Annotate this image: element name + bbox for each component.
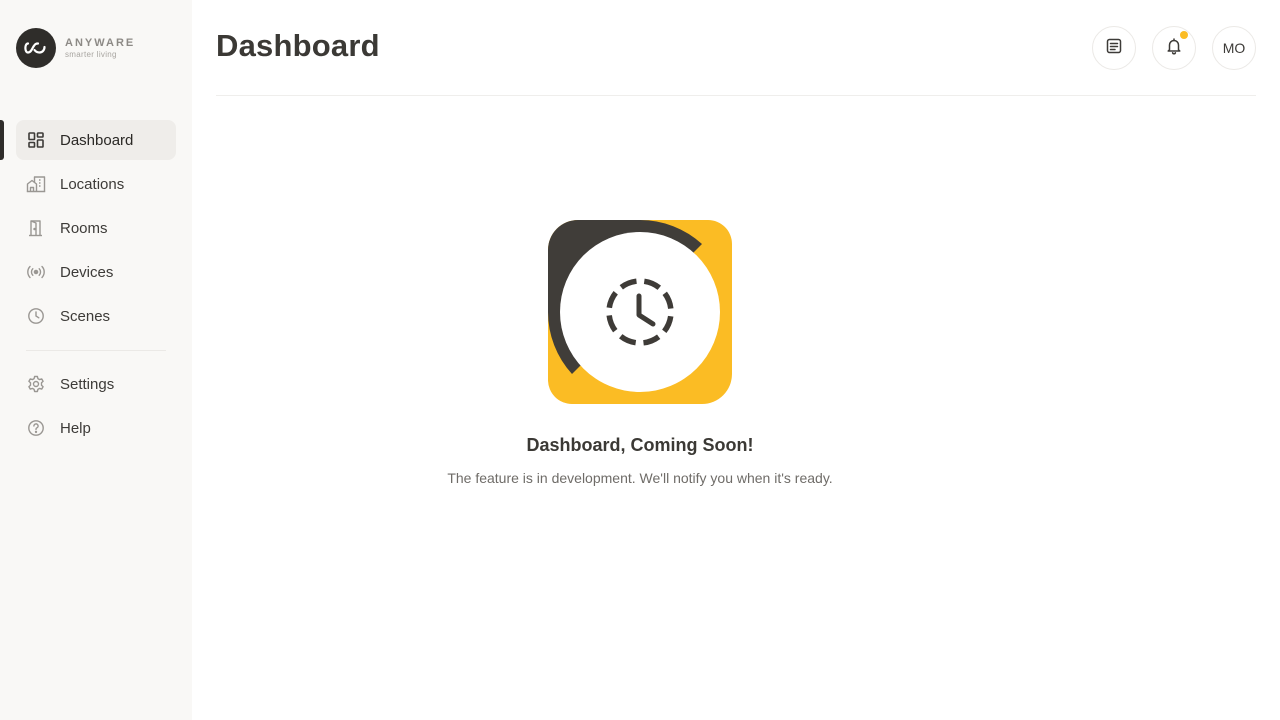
sidebar-item-help[interactable]: Help bbox=[16, 408, 176, 448]
notes-button[interactable] bbox=[1092, 26, 1136, 70]
brand-logo[interactable]: ANYWARE smarter living bbox=[16, 28, 135, 68]
sidebar-item-rooms[interactable]: Rooms bbox=[16, 208, 176, 248]
clock-icon bbox=[26, 306, 46, 326]
sidebar-item-devices[interactable]: Devices bbox=[16, 252, 176, 292]
door-icon bbox=[26, 218, 46, 238]
empty-state-subtitle: The feature is in development. We'll not… bbox=[447, 470, 833, 486]
sidebar-item-label: Scenes bbox=[60, 307, 111, 325]
buildings-icon bbox=[26, 174, 46, 194]
active-indicator bbox=[0, 120, 4, 160]
user-avatar-button[interactable]: MO bbox=[1212, 26, 1256, 70]
sidebar-nav: Dashboard Locations Rooms Devices Scenes… bbox=[0, 120, 176, 452]
notifications-button[interactable] bbox=[1152, 26, 1196, 70]
dashboard-grid-icon bbox=[26, 130, 46, 150]
page-header: Dashboard MO bbox=[216, 0, 1256, 96]
sidebar: ANYWARE smarter living Dashboard Locatio… bbox=[0, 0, 192, 720]
broadcast-icon bbox=[26, 262, 46, 282]
sidebar-item-dashboard[interactable]: Dashboard bbox=[0, 120, 176, 160]
avatar-initials: MO bbox=[1222, 40, 1246, 56]
help-circle-icon bbox=[26, 418, 46, 438]
anyware-logo-icon bbox=[16, 28, 56, 68]
sidebar-item-label: Help bbox=[60, 419, 91, 437]
gear-icon bbox=[26, 374, 46, 394]
sidebar-item-locations[interactable]: Locations bbox=[16, 164, 176, 204]
page-title: Dashboard bbox=[216, 28, 380, 63]
sidebar-item-label: Locations bbox=[60, 175, 125, 193]
notification-dot bbox=[1180, 31, 1188, 39]
sidebar-item-label: Settings bbox=[60, 375, 115, 393]
sidebar-item-label: Dashboard bbox=[60, 131, 134, 149]
sidebar-item-label: Rooms bbox=[60, 219, 108, 237]
bell-icon bbox=[1165, 37, 1183, 60]
coming-soon-illustration bbox=[548, 220, 732, 404]
sidebar-item-settings[interactable]: Settings bbox=[16, 364, 176, 404]
sidebar-item-scenes[interactable]: Scenes bbox=[16, 296, 176, 336]
sidebar-item-label: Devices bbox=[60, 263, 114, 281]
notes-icon bbox=[1105, 37, 1123, 60]
brand-tagline: smarter living bbox=[65, 49, 117, 59]
brand-name: ANYWARE bbox=[65, 36, 136, 49]
nav-divider bbox=[26, 350, 166, 351]
empty-state-title: Dashboard, Coming Soon! bbox=[526, 435, 754, 455]
